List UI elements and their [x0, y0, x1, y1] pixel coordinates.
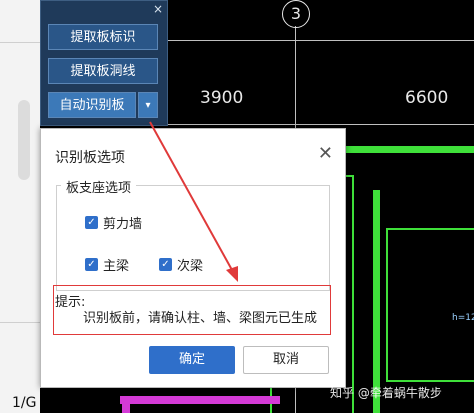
annotation-arrow: [149, 121, 238, 282]
arrow-head-icon: [226, 266, 238, 282]
arrow-line: [149, 121, 233, 271]
watermark: 知乎 @牵着蜗牛散步: [330, 386, 442, 400]
